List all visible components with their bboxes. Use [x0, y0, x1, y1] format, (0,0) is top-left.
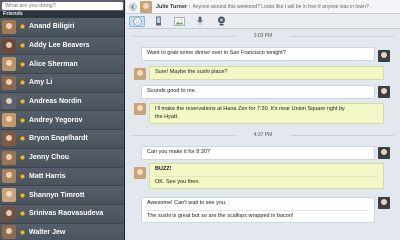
emoticon-button[interactable]: [129, 15, 145, 27]
presence-indicator: [20, 211, 25, 217]
message-bubble-incoming: Want to grab some dinner over in San Fra…: [141, 47, 375, 61]
photo-icon: [173, 16, 185, 26]
avatar: [134, 68, 146, 80]
webcam-button[interactable]: [213, 16, 229, 27]
message-text: The sushi is great but so are the scallo…: [147, 209, 369, 221]
avatar: [2, 188, 16, 203]
avatar: [2, 113, 16, 128]
presence-indicator: [20, 43, 25, 49]
phone-button[interactable]: [150, 16, 166, 27]
friend-name: Alice Sherman: [29, 60, 78, 68]
message-text: I'll make the reservations at Hana Zen f…: [155, 106, 345, 112]
message-bubble-incoming: Awesome! Can't wait to see you. The sush…: [141, 197, 375, 223]
avatar: [2, 169, 16, 184]
friend-item[interactable]: Shannyn Timrott: [0, 186, 124, 205]
timestamp-divider: [290, 36, 394, 37]
contact-avatar: [140, 0, 152, 13]
message-bubble-outgoing: I'll make the reservations at Hana Zen f…: [149, 103, 384, 124]
message-bubble-incoming: Can you make it for 8:30?: [141, 146, 375, 160]
status-input[interactable]: [2, 1, 123, 10]
sidebar: Friends Anand Biligiri Addy Lee Beavers …: [0, 0, 125, 240]
message-bubble-incoming: Sounds good to me.: [141, 85, 375, 99]
arrow-left-icon[interactable]: [129, 2, 137, 11]
friend-item[interactable]: Walter Jew: [0, 223, 124, 240]
friends-header: Friends: [0, 11, 124, 18]
presence-indicator: [20, 229, 25, 235]
contact-status: Anyone around this weekend? Looks like I…: [192, 3, 369, 10]
avatar: [134, 103, 146, 115]
friend-item[interactable]: Matt Harris: [0, 167, 124, 187]
friend-item[interactable]: Andreas Nordin: [0, 92, 124, 112]
presence-indicator: [20, 61, 25, 67]
friend-name: Andreas Nordin: [29, 98, 82, 106]
presence-indicator: [20, 24, 25, 30]
avatar: [2, 206, 16, 221]
avatar: [2, 131, 16, 146]
message-text: Sounds good to me.: [147, 88, 197, 94]
avatar: [2, 150, 16, 165]
contact-name: Julie Turner: [156, 3, 188, 10]
webcam-icon: [217, 16, 225, 26]
friend-name: Andrey Yegorov: [29, 116, 83, 124]
friend-item[interactable]: Andrey Yegorov: [0, 111, 124, 131]
friend-name: Addy Lee Beavers: [29, 42, 90, 50]
presence-indicator: [20, 80, 25, 86]
chat-header: Julie Turner | Anyone around this weeken…: [126, 0, 400, 14]
presence-indicator: [20, 99, 25, 105]
status-row: [0, 0, 124, 11]
friend-name: Walter Jew: [29, 228, 66, 236]
avatar: [2, 19, 16, 34]
timestamp-divider: [290, 135, 394, 136]
avatar: [378, 86, 390, 98]
message-text: Sure! Maybe the sushi place?: [155, 69, 228, 75]
chat-panel: Julie Turner | Anyone around this weeken…: [126, 0, 400, 240]
avatar: [2, 225, 16, 240]
friend-item[interactable]: Jenny Chou: [0, 148, 124, 168]
avatar: [2, 75, 16, 90]
presence-indicator: [20, 136, 25, 142]
message-text: Can you make it for 8:30?: [147, 149, 210, 155]
friend-name: Anand Biligiri: [29, 23, 75, 31]
presence-indicator: [20, 173, 25, 179]
friend-item[interactable]: Bryon Engelhardt: [0, 130, 124, 149]
presence-indicator: [20, 155, 25, 161]
message-text: the Hyatt.: [155, 113, 179, 120]
avatar: [2, 94, 16, 109]
friend-name: Amy Li: [29, 79, 53, 87]
friend-name: Bryon Engelhardt: [29, 135, 88, 143]
avatar: [378, 147, 390, 159]
friend-name: Matt Harris: [29, 172, 66, 180]
message-bubble-outgoing: Sure! Maybe the sushi place?: [149, 66, 384, 80]
friend-name: Shannyn Timrott: [29, 191, 85, 199]
presence-indicator: [20, 117, 25, 123]
chat-toolbar: [126, 14, 400, 29]
avatar: [134, 167, 146, 179]
avatar: [2, 38, 16, 53]
friend-item[interactable]: Addy Lee Beavers: [0, 36, 124, 56]
avatar: [378, 50, 390, 62]
message-text: Want to grab some dinner over in San Fra…: [147, 50, 286, 56]
avatar: [378, 197, 390, 209]
friend-name: Jenny Chou: [29, 154, 70, 162]
buzz-text: BUZZ!: [155, 166, 172, 172]
friend-item[interactable]: Amy Li: [0, 74, 124, 93]
message-text: OK. See you then.: [155, 175, 378, 187]
message-bubble-outgoing: BUZZ! OK. See you then.: [149, 163, 384, 189]
friends-list: Anand Biligiri Addy Lee Beavers Alice Sh…: [0, 18, 124, 240]
phone-icon: [155, 16, 161, 26]
header-separator: |: [189, 3, 191, 10]
microphone-icon: [197, 16, 203, 26]
message-list: 3:03 PM Want to grab some dinner over in…: [126, 29, 400, 240]
presence-indicator: [20, 192, 25, 198]
emoticon-icon: [132, 16, 142, 26]
friend-item[interactable]: Alice Sherman: [0, 55, 124, 75]
message-text: Awesome! Can't wait to see you.: [147, 200, 227, 206]
avatar: [2, 57, 16, 72]
friend-name: Srinivas Raovasudeva: [29, 210, 104, 218]
photo-button[interactable]: [171, 16, 187, 27]
friend-item[interactable]: Anand Biligiri: [0, 18, 124, 37]
friend-item[interactable]: Srinivas Raovasudeva: [0, 204, 124, 224]
microphone-button[interactable]: [192, 16, 208, 27]
